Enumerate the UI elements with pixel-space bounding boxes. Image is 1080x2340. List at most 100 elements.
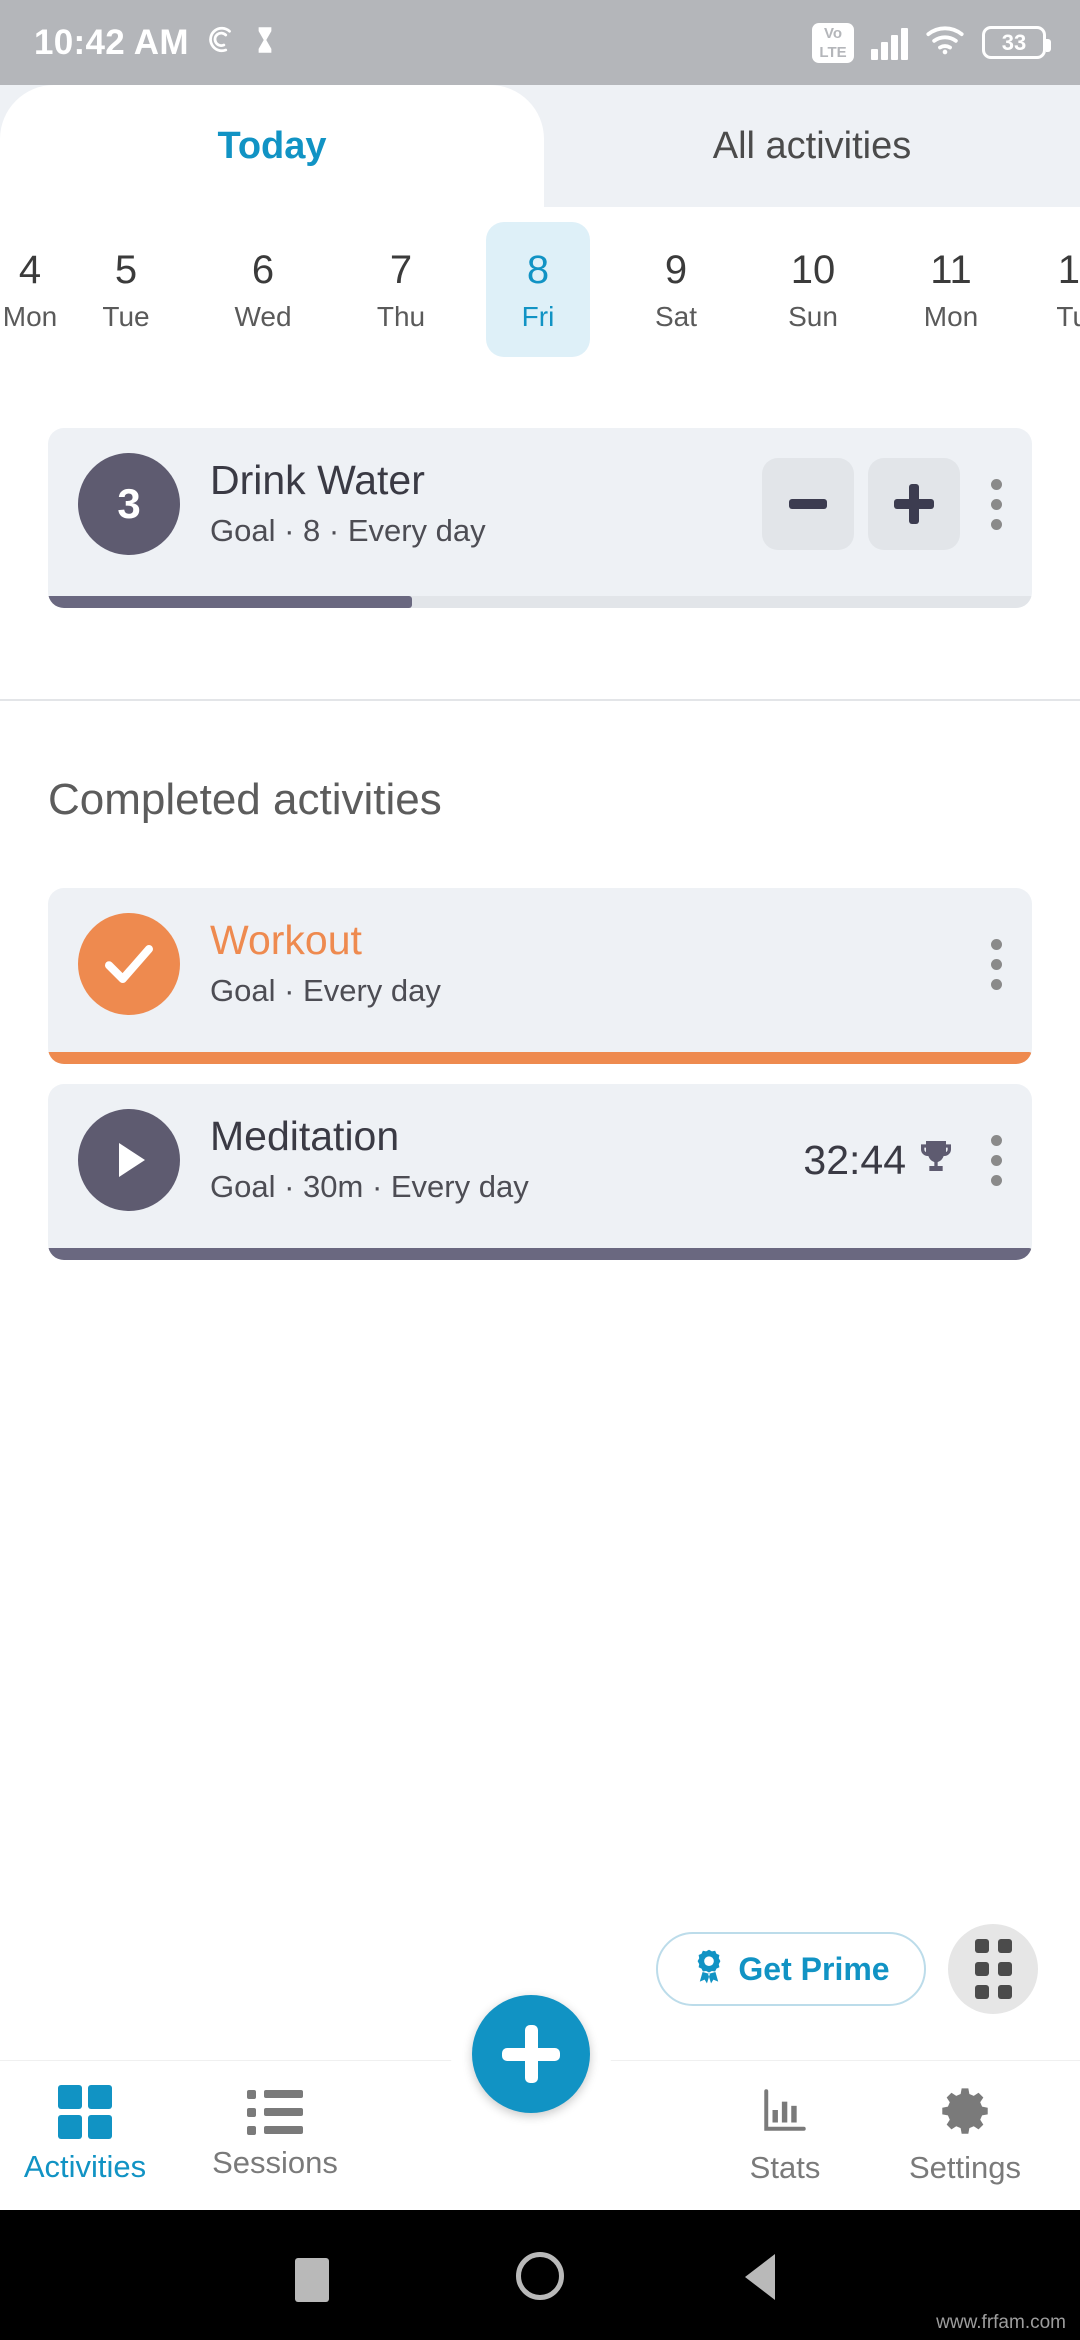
date-number: 4	[18, 247, 42, 292]
activity-overflow-menu-button[interactable]	[960, 914, 1032, 1014]
section-divider	[0, 699, 1080, 701]
activity-title: Workout	[210, 917, 362, 963]
tab-bar: Today All activities	[0, 85, 1080, 207]
date-weekday: Tue	[102, 300, 150, 332]
get-prime-label: Get Prime	[738, 1950, 890, 1987]
date-weekday: Tue	[1056, 300, 1080, 332]
date-weekday: Fri	[521, 300, 555, 332]
date-number: 11	[930, 247, 972, 292]
kebab-dot-icon	[990, 1174, 1002, 1186]
activity-card-meditation[interactable]: Meditation Goal · 30m · Every day 32:44	[48, 1084, 1032, 1260]
date-cell-6[interactable]: 6 Wed	[211, 222, 315, 357]
activity-counter-badge: 3	[78, 453, 180, 555]
nav-item-label: Settings	[908, 2149, 1021, 2185]
date-number: 7	[389, 247, 413, 292]
alarm-ring-icon	[207, 25, 237, 60]
add-activity-fab[interactable]	[472, 1995, 590, 2113]
nav-item-sessions[interactable]: Sessions	[190, 2075, 360, 2195]
date-cell-5[interactable]: 5 Tue	[74, 222, 178, 357]
activity-card-body: 3 Drink Water Goal · 8 · Every day	[48, 428, 1032, 580]
nav-item-label: Stats	[749, 2149, 821, 2185]
date-number: 9	[664, 247, 688, 292]
date-weekday: Mon	[2, 300, 58, 332]
activity-title: Drink Water	[210, 457, 425, 503]
status-bar: 10:42 AM Vo LTE 33	[0, 0, 1080, 85]
date-number: 6	[251, 247, 275, 292]
date-strip[interactable]: 4 Mon 5 Tue 6 Wed 7 Thu 8 Fri 9 Sat 10 S…	[0, 207, 1080, 372]
square-icon[interactable]	[295, 2258, 329, 2302]
date-weekday: Mon	[923, 300, 979, 332]
status-bar-left: 10:42 AM	[34, 23, 275, 63]
tab-all-activities[interactable]: All activities	[544, 85, 1080, 207]
date-number: 5	[114, 247, 138, 292]
triangle-back-icon[interactable]	[745, 2254, 775, 2300]
battery-icon: 33	[982, 26, 1051, 59]
date-weekday: Wed	[234, 300, 292, 332]
grid-icon	[58, 2085, 112, 2139]
date-cell-11[interactable]: 11 Mon	[899, 222, 1003, 357]
kebab-dot-icon	[990, 498, 1002, 510]
gear-icon	[940, 2085, 990, 2140]
plus-icon	[502, 2025, 560, 2083]
nav-item-stats[interactable]: Stats	[700, 2075, 870, 2195]
activity-text-block: Workout Goal · Every day	[210, 914, 960, 1014]
date-cell-7[interactable]: 7 Thu	[349, 222, 453, 357]
kebab-dot-icon	[990, 958, 1002, 970]
watermark-label: www.frfam.com	[936, 2312, 1066, 2333]
circle-icon[interactable]	[516, 2252, 564, 2300]
nav-item-activities[interactable]: Activities	[0, 2075, 170, 2195]
bar-chart-icon	[760, 2085, 810, 2140]
date-weekday: Thu	[376, 300, 426, 332]
decrement-button[interactable]	[762, 458, 854, 550]
kebab-dot-icon	[990, 478, 1002, 490]
kebab-dot-icon	[990, 1154, 1002, 1166]
activity-card-drink-water[interactable]: 3 Drink Water Goal · 8 · Every day	[48, 428, 1032, 608]
tab-today-label: Today	[217, 124, 327, 167]
completed-activities-heading: Completed activities	[48, 775, 442, 824]
date-cell-4[interactable]: 4 Mon	[0, 222, 82, 357]
android-navigation-bar: www.frfam.com	[0, 2210, 1080, 2340]
date-cell-10[interactable]: 10 Sun	[761, 222, 865, 357]
activity-progress-fill	[48, 596, 413, 608]
activity-card-body: Meditation Goal · 30m · Every day 32:44	[48, 1084, 1032, 1236]
tab-today[interactable]: Today	[0, 85, 544, 207]
status-bar-right: Vo LTE 33	[812, 22, 1051, 63]
date-cell-9[interactable]: 9 Sat	[624, 222, 728, 357]
volte-icon: Vo LTE	[812, 22, 854, 63]
activity-card-body: Workout Goal · Every day	[48, 888, 1032, 1040]
kebab-dot-icon	[990, 938, 1002, 950]
activity-elapsed-time: 32:44	[803, 1136, 906, 1183]
status-bar-clock: 10:42 AM	[34, 22, 189, 62]
nav-item-label: Sessions	[212, 2144, 338, 2180]
activity-progress-track	[48, 1248, 1032, 1260]
activity-subtitle: Goal · 8 · Every day	[210, 513, 486, 548]
activity-progress-fill	[48, 1248, 1032, 1260]
apps-grid-button[interactable]	[948, 1924, 1038, 2014]
date-number: 8	[526, 247, 550, 292]
date-cell-8-selected[interactable]: 8 Fri	[486, 222, 590, 357]
nav-item-label: Activities	[23, 2149, 147, 2184]
activity-overflow-menu-button[interactable]	[960, 1110, 1032, 1210]
hourglass-icon	[255, 26, 275, 59]
activity-title: Meditation	[210, 1113, 400, 1159]
trophy-icon	[916, 1136, 956, 1185]
activity-subtitle: Goal · Every day	[210, 973, 441, 1008]
check-circle-icon	[78, 913, 180, 1015]
play-circle-icon[interactable]	[78, 1109, 180, 1211]
increment-button[interactable]	[868, 458, 960, 550]
plus-icon	[894, 484, 934, 524]
activity-card-workout[interactable]: Workout Goal · Every day	[48, 888, 1032, 1064]
wifi-icon	[925, 25, 965, 60]
activity-text-block: Drink Water Goal · 8 · Every day	[210, 454, 748, 554]
activity-overflow-menu-button[interactable]	[960, 454, 1032, 554]
activity-progress-track	[48, 596, 1032, 608]
date-cell-12[interactable]: 12 Tue	[1028, 222, 1080, 357]
date-number: 10	[790, 247, 836, 292]
activity-counter-value: 3	[117, 480, 141, 527]
signal-bars-icon	[871, 26, 908, 60]
get-prime-button[interactable]: Get Prime	[656, 1932, 926, 2006]
date-weekday: Sat	[654, 300, 698, 332]
nav-item-settings[interactable]: Settings	[880, 2075, 1050, 2195]
kebab-dot-icon	[990, 1134, 1002, 1146]
activity-text-block: Meditation Goal · 30m · Every day	[210, 1110, 803, 1210]
